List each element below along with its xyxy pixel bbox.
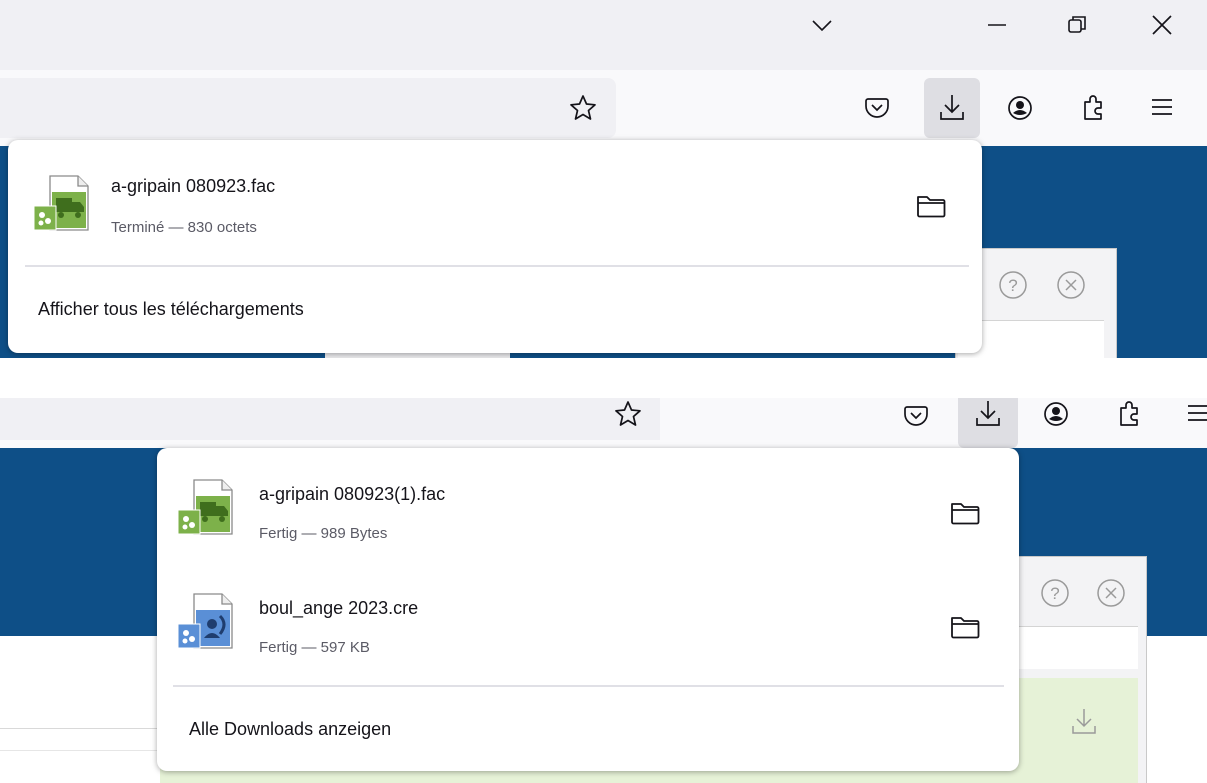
restore-icon[interactable]: [1066, 14, 1088, 36]
download-item[interactable]: a-gripain 080923(1).fac Fertig — 989 Byt…: [172, 470, 932, 550]
folder-icon[interactable]: [950, 614, 980, 640]
dialog-body: [1000, 626, 1138, 669]
help-icon[interactable]: ?: [1040, 578, 1070, 608]
menu-icon[interactable]: [1186, 402, 1207, 424]
tab-list-chevron-icon[interactable]: [810, 14, 834, 36]
firefox-window-german: ? a-gripain 080923(1).fac Fertig — 989 B…: [0, 398, 1207, 783]
extensions-icon[interactable]: [1080, 92, 1108, 122]
dialog-close-icon[interactable]: [1096, 578, 1126, 608]
dialog-green-area: [1000, 678, 1138, 783]
bookmark-star-icon[interactable]: [613, 400, 643, 428]
show-all-downloads-link[interactable]: Alle Downloads anzeigen: [189, 719, 391, 740]
minimize-icon[interactable]: [986, 14, 1008, 36]
divider: [0, 750, 160, 751]
divider: [0, 728, 160, 729]
show-all-downloads-link[interactable]: Afficher tous les téléchargements: [38, 299, 304, 320]
firefox-window-french: ? a-gripain 080923.fac Terminé — 830 oct…: [0, 0, 1207, 358]
extensions-icon[interactable]: [1116, 398, 1144, 428]
download-filename: a-gripain 080923(1).fac: [259, 484, 446, 504]
download-status: Fertig — 989 Bytes: [259, 525, 388, 542]
download-filename: a-gripain 080923.fac: [111, 176, 276, 196]
green-truck-file-icon: [176, 474, 242, 540]
account-icon[interactable]: [1042, 400, 1070, 428]
help-icon[interactable]: ?: [998, 270, 1028, 300]
green-truck-file-icon: [32, 170, 98, 236]
folder-icon[interactable]: [950, 500, 980, 526]
account-icon[interactable]: [1006, 94, 1034, 122]
dialog-close-icon[interactable]: [1056, 270, 1086, 300]
bookmark-star-icon[interactable]: [568, 94, 598, 122]
downloads-icon[interactable]: [938, 92, 966, 122]
download-status: Fertig — 597 KB: [259, 639, 370, 656]
download-status: Terminé — 830 octets: [111, 219, 257, 236]
download-item[interactable]: a-gripain 080923.fac Terminé — 830 octet…: [22, 166, 862, 246]
download-item[interactable]: boul_ange 2023.cre Fertig — 597 KB: [172, 584, 932, 664]
download-filename: boul_ange 2023.cre: [259, 598, 419, 618]
svg-text:?: ?: [1050, 584, 1059, 603]
title-bar: [0, 0, 1207, 70]
url-bar[interactable]: [0, 78, 616, 138]
menu-icon[interactable]: [1150, 96, 1174, 118]
close-icon[interactable]: [1150, 13, 1174, 37]
pocket-icon[interactable]: [864, 94, 890, 120]
url-bar[interactable]: [0, 398, 660, 440]
panel-separator: [173, 685, 1004, 687]
folder-icon[interactable]: [916, 193, 946, 219]
pocket-icon[interactable]: [903, 402, 929, 428]
downloads-icon[interactable]: [974, 398, 1002, 428]
blue-user-file-icon: [176, 588, 242, 654]
download-arrow-icon[interactable]: [1070, 706, 1098, 736]
panel-separator: [25, 265, 969, 267]
svg-text:?: ?: [1008, 276, 1017, 295]
